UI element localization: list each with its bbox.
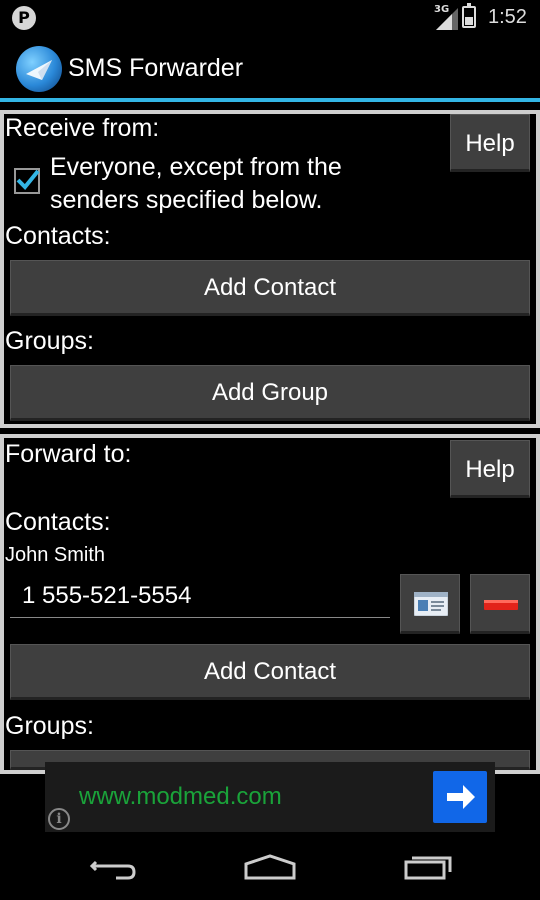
forward-to-label: Forward to: [5,440,132,468]
clock: 1:52 [488,6,527,28]
status-bar [0,0,540,36]
forward-contacts-label: Contacts: [5,508,111,536]
checkmark-icon [16,169,40,190]
receive-add-contact-button[interactable]: Add Contact [10,260,530,316]
recent-apps-icon[interactable] [404,856,452,880]
home-icon[interactable] [244,854,296,880]
phone-number-value[interactable]: 1 555-521-5554 [22,582,191,610]
signal-icon [436,8,458,30]
everyone-except-checkbox[interactable] [14,168,40,194]
checkbox-label[interactable]: Everyone, except from the senders specif… [50,151,430,217]
app-logo-icon[interactable] [16,46,62,92]
contact-name: John Smith [5,544,106,566]
arrow-right-icon [447,785,475,809]
app-title: SMS Forwarder [68,54,244,82]
back-icon[interactable] [89,860,136,880]
navigation-bar [0,832,540,900]
ad-go-button[interactable] [433,771,487,823]
forward-groups-label: Groups: [5,712,94,740]
parking-notification-icon: P [12,6,36,30]
remove-contact-button[interactable] [470,574,530,634]
forward-add-contact-button[interactable]: Add Contact [10,644,530,700]
receive-help-button[interactable]: Help [450,114,530,172]
contact-card-icon [414,592,448,616]
pick-contact-button[interactable] [400,574,460,634]
receive-contacts-label: Contacts: [5,222,111,250]
receive-groups-label: Groups: [5,327,94,355]
minus-icon [484,600,518,610]
battery-icon [462,3,476,28]
receive-add-group-button[interactable]: Add Group [10,365,530,421]
ad-text[interactable]: www.modmed.com [79,783,282,811]
action-bar-divider [0,98,540,102]
forward-help-button[interactable]: Help [450,440,530,498]
ad-info-icon[interactable]: i [48,808,70,830]
receive-from-label: Receive from: [5,114,160,142]
